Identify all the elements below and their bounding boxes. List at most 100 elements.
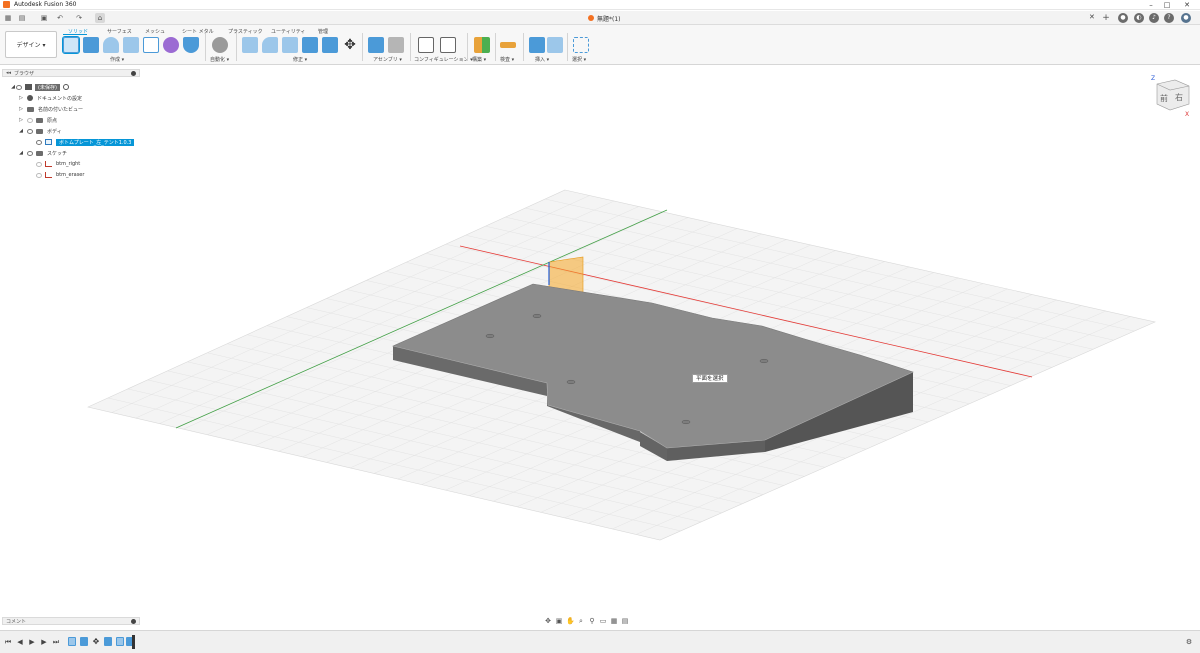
ribbon-separator [467, 33, 468, 61]
display-settings-icon[interactable]: ▭ [599, 617, 607, 625]
configuration-table-icon[interactable] [440, 37, 456, 53]
play-icon[interactable]: ▶ [28, 638, 36, 646]
fit-zoom-icon[interactable]: ⚲ [588, 617, 596, 625]
grid-settings-icon[interactable]: ▦ [610, 617, 618, 625]
document-icon [588, 15, 594, 21]
viewports-icon[interactable]: ▤ [621, 617, 629, 625]
group-assemble[interactable]: アセンブリ ▾ [373, 56, 402, 63]
fillet-icon[interactable] [262, 37, 278, 53]
ribbon-separator [410, 33, 411, 61]
orbit-icon[interactable]: ✥ [544, 617, 552, 625]
step-back-icon[interactable]: ◀ [16, 638, 24, 646]
automate-icon[interactable] [212, 37, 228, 53]
insert-derive-icon[interactable] [529, 37, 545, 53]
move-icon[interactable]: ✥ [342, 37, 358, 53]
group-modify[interactable]: 修正 ▾ [293, 56, 307, 63]
close-tab-icon[interactable]: ✕ [1089, 13, 1095, 21]
create-sketch-icon[interactable] [62, 36, 80, 54]
maximize-button[interactable]: □ [1160, 0, 1174, 10]
insert-image-icon[interactable] [547, 37, 563, 53]
active-tab-indicator [63, 34, 87, 35]
derive-icon[interactable] [183, 37, 199, 53]
workspace-switcher-button[interactable]: デザイン ▾ [5, 31, 57, 58]
redo-icon[interactable]: ↷ [74, 13, 84, 23]
group-configuration[interactable]: コンフィギュレーション ▾ [414, 56, 473, 63]
zoom-icon[interactable]: ⌕ [577, 617, 585, 625]
group-construct[interactable]: 構築 ▾ [472, 56, 486, 63]
extensions-icon[interactable]: ● [1118, 13, 1128, 23]
tab-sheet-metal[interactable]: シート メタル [182, 28, 214, 35]
title-bar: Autodesk Fusion 360 – □ ✕ [0, 0, 1200, 10]
quick-access-toolbar: ▦ ▤ ▣ ↶ ↷ ⌂ 無題*(1) ✕ + ● ◐ ♪ ? ● [0, 11, 1200, 25]
close-window-button[interactable]: ✕ [1180, 0, 1194, 10]
document-title: 無題*(1) [597, 15, 621, 23]
go-to-start-icon[interactable]: ⏮ [4, 638, 12, 646]
step-forward-icon[interactable]: ▶ [40, 638, 48, 646]
viewcube-z-label: Z [1151, 75, 1155, 82]
timeline-feature-body[interactable] [104, 637, 112, 646]
new-component-icon[interactable] [368, 37, 384, 53]
measure-icon[interactable] [500, 42, 516, 48]
select-window-icon[interactable] [573, 37, 589, 53]
combine-icon[interactable] [322, 37, 338, 53]
go-to-end-icon[interactable]: ⏭ [52, 638, 60, 646]
chamfer-icon[interactable] [282, 37, 298, 53]
ribbon-separator [205, 33, 206, 61]
timeline-feature-sketch[interactable] [116, 637, 124, 646]
file-menu-icon[interactable]: ▤ [17, 13, 27, 23]
group-insert[interactable]: 挿入 ▾ [535, 56, 549, 63]
viewcube[interactable]: 前 右 Z X [1151, 75, 1190, 118]
viewcube-x-label: X [1185, 111, 1189, 118]
ribbon-separator [523, 33, 524, 61]
group-automate[interactable]: 自動化 ▾ [210, 56, 229, 63]
undo-icon[interactable]: ↶ [55, 13, 65, 23]
group-select[interactable]: 選択 ▾ [572, 56, 586, 63]
extrude-icon[interactable] [83, 37, 99, 53]
shell-icon[interactable] [302, 37, 318, 53]
app-title: Autodesk Fusion 360 [14, 1, 77, 8]
user-avatar-icon[interactable]: ● [1181, 13, 1191, 23]
toolbar-ribbon: デザイン ▾ ソリッド サーフェス メッシュ シート メタル プラスティック ユ… [0, 25, 1200, 65]
job-status-icon[interactable]: ◐ [1134, 13, 1144, 23]
revolve-icon[interactable] [103, 37, 119, 53]
timeline-feature-move[interactable]: ✥ [92, 637, 100, 646]
ribbon-separator [495, 33, 496, 61]
box-select-shape-icon[interactable] [143, 37, 159, 53]
look-at-icon[interactable]: ▣ [555, 617, 563, 625]
press-pull-icon[interactable] [242, 37, 258, 53]
tab-plastic[interactable]: プラスティック [228, 28, 263, 35]
timeline-feature-sketch[interactable] [68, 637, 76, 646]
configure-icon[interactable] [418, 37, 434, 53]
group-inspect[interactable]: 検査 ▾ [500, 56, 514, 63]
data-panel-grid-icon[interactable]: ▦ [3, 13, 13, 23]
tab-surface[interactable]: サーフェス [107, 28, 132, 35]
notifications-bell-icon[interactable]: ♪ [1149, 13, 1159, 23]
minimize-button[interactable]: – [1144, 0, 1158, 10]
form-icon[interactable] [163, 37, 179, 53]
offset-plane-icon[interactable] [474, 37, 490, 53]
comments-title: コメント [6, 618, 27, 625]
viewcube-right-label: 右 [1175, 92, 1183, 102]
comments-panel-header[interactable]: コメント [2, 617, 140, 625]
tab-manage[interactable]: 管理 [318, 28, 328, 35]
new-tab-plus-icon[interactable]: + [1101, 13, 1111, 23]
group-create[interactable]: 作成 ▾ [110, 56, 124, 63]
document-tab[interactable]: 無題*(1) [588, 13, 621, 23]
timeline-bar: ⏮ ◀ ▶ ▶ ⏭ ✥ ⚙ [0, 630, 1200, 653]
comments-add-icon[interactable] [131, 619, 136, 624]
pan-hand-icon[interactable]: ✋ [566, 617, 575, 625]
ribbon-separator [362, 33, 363, 61]
timeline-settings-gear-icon[interactable]: ⚙ [1185, 638, 1193, 646]
timeline-marker[interactable] [132, 635, 135, 649]
timeline-feature-extrude[interactable] [80, 637, 88, 646]
tab-utilities[interactable]: ユーティリティ [271, 28, 305, 35]
ribbon-separator [567, 33, 568, 61]
home-icon[interactable]: ⌂ [95, 13, 105, 23]
joint-icon[interactable] [388, 37, 404, 53]
help-icon[interactable]: ? [1164, 13, 1174, 23]
tab-mesh[interactable]: メッシュ [145, 28, 165, 35]
save-icon[interactable]: ▣ [39, 13, 49, 23]
hole-icon[interactable] [123, 37, 139, 53]
3d-viewport[interactable]: 前 右 Z X [0, 66, 1200, 616]
viewcube-front-label: 前 [1160, 93, 1168, 103]
